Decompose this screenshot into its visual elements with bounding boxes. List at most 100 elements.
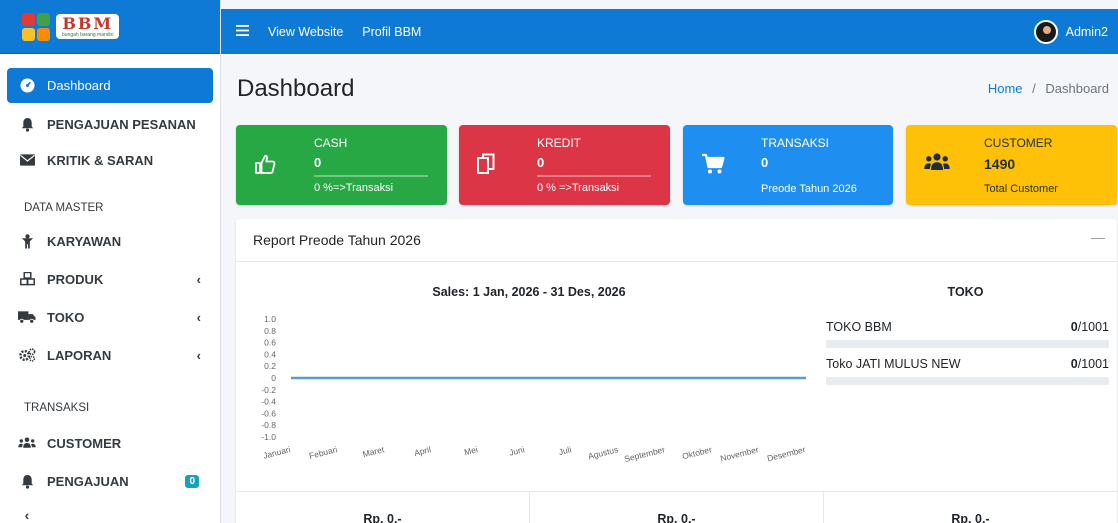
user-name: Admin2 [1065, 24, 1108, 39]
sidebar-item-produk[interactable]: PRODUK ‹ [7, 260, 213, 298]
sidebar-header-transaksi: TRANSAKSI [24, 402, 90, 414]
toko-progress-bar [826, 377, 1109, 385]
customer-title: CUSTOMER [984, 136, 1053, 150]
y-tick-label: 0.2 [264, 361, 276, 371]
transaksi-title: TRANSAKSI [761, 136, 830, 150]
users-icon [17, 437, 37, 449]
sidebar-item-pengajuan[interactable]: PENGAJUAN 0 [7, 462, 213, 500]
kredit-desc: 0 % =>Transaksi [537, 182, 620, 194]
x-tick-label: April [413, 444, 432, 458]
sales-line-chart: 1.0 0.8 0.60.4 0.2 0 -0.2 -0.4-0.6 -0.8 -1.0 Janu… [261, 314, 807, 464]
x-tick-label: Agustus [587, 444, 619, 461]
breadcrumb: Home / Dashboard [988, 81, 1109, 96]
top-navbar: View Website Profil BBM Admin2 [221, 9, 1118, 54]
report-footer: Rp. 0,- Rp. 0,- Rp. 0,- [236, 491, 1117, 523]
sidebar-item-toko[interactable]: TOKO ‹ [7, 298, 213, 336]
sidebar-item-pengajuan-pesanan[interactable]: PENGAJUAN PESANAN [7, 106, 213, 142]
info-box-transaksi: TRANSAKSI 0 Preode Tahun 2026 [683, 125, 893, 205]
x-tick-label: Oktober [681, 444, 713, 461]
brand-logo[interactable]: BBM bungah barang mandiri [22, 12, 120, 41]
user-menu[interactable]: Admin2 [1033, 19, 1108, 44]
sidebar: BBM bungah barang mandiri Dashboard PENG… [0, 0, 221, 523]
collapse-button[interactable]: — [1091, 229, 1105, 245]
breadcrumb-home-link[interactable]: Home [988, 81, 1023, 96]
sidebar-item-next[interactable]: ‹ [7, 500, 213, 523]
sidebar-menu-transaksi: CUSTOMER PENGAJUAN 0 ‹ [0, 424, 220, 523]
copy-icon [477, 153, 495, 181]
sidebar-item-label: TOKO [47, 309, 85, 325]
toko-progress-item: TOKO BBM 0/1001 [826, 320, 1109, 348]
chevron-left-icon: ‹ [196, 309, 201, 325]
kredit-value: 0 [537, 155, 545, 170]
report-title: Report Preode Tahun 2026 [253, 232, 421, 248]
x-tick-label: Desember [766, 444, 807, 463]
chevron-left-icon: ‹ [24, 507, 30, 523]
toko-count: 0 [1070, 320, 1078, 334]
footer-amount: Rp. 0,- [236, 492, 530, 523]
logo-text: BBM bungah barang mandiri [56, 14, 120, 39]
toko-name: Toko JATI MULUS NEW [826, 357, 961, 371]
toko-progress-bar [826, 340, 1109, 348]
sidebar-item-label: KRITIK & SARAN [47, 152, 154, 168]
toko-name: TOKO BBM [826, 320, 892, 334]
footer-amount: Rp. 0,- [530, 492, 824, 523]
y-tick-label: 0.8 [264, 326, 276, 336]
toko-value: 0/1001 [1071, 357, 1109, 371]
nav-link-profil-bbm[interactable]: Profil BBM [362, 25, 421, 39]
cash-title: CASH [314, 136, 348, 150]
customer-value: 1490 [984, 156, 1016, 172]
sidebar-menu-master: KARYAWAN PRODUK ‹ TOKO ‹ LAPORAN ‹ [0, 222, 220, 374]
y-tick-label: 1.0 [264, 314, 276, 324]
y-tick-label: -1.0 [261, 432, 276, 442]
info-box-kredit: KREDIT 0 0 % =>Transaksi [459, 125, 670, 205]
chevron-left-icon: ‹ [196, 271, 201, 287]
chevron-left-icon: ‹ [196, 347, 201, 363]
footer-amount: Rp. 0,- [951, 512, 990, 523]
x-tick-label: November [719, 444, 760, 463]
transaksi-value: 0 [761, 155, 769, 170]
nav-link-view-website[interactable]: View Website [268, 25, 343, 39]
x-tick-label: Januari [262, 444, 292, 460]
page-title: Dashboard [237, 75, 355, 102]
cogs-icon [17, 348, 37, 362]
toko-title: TOKO [947, 285, 984, 299]
sidebar-menu-top: Dashboard PENGAJUAN PESANAN KRITIK & SAR… [0, 68, 220, 178]
logo-mark-icon [22, 12, 50, 41]
y-tick-label: 0.4 [264, 349, 276, 359]
toko-count: 0 [1070, 357, 1078, 371]
avatar [1033, 19, 1058, 44]
y-tick-label: -0.4 [261, 397, 276, 407]
x-tick-label: Juli [558, 444, 573, 457]
kredit-progress-bar [537, 175, 651, 177]
customer-desc: Total Customer [984, 183, 1058, 195]
sidebar-item-label: PRODUK [47, 271, 104, 287]
truck-icon [17, 310, 37, 324]
logo-text-big: BBM [62, 14, 114, 33]
dashboard-icon [17, 78, 37, 93]
sidebar-item-label: KARYAWAN [47, 233, 122, 249]
toko-value: 0/1001 [1071, 320, 1109, 334]
sidebar-item-customer[interactable]: CUSTOMER [7, 424, 213, 462]
sidebar-item-kritik-saran[interactable]: KRITIK & SARAN [7, 142, 213, 178]
envelope-icon [17, 154, 37, 166]
info-box-customer: CUSTOMER 1490 Total Customer [906, 125, 1117, 205]
sidebar-item-dashboard[interactable]: Dashboard [7, 68, 213, 103]
breadcrumb-current: Dashboard [1045, 81, 1109, 96]
sidebar-item-karyawan[interactable]: KARYAWAN [7, 222, 213, 260]
brand-area[interactable]: BBM bungah barang mandiri [0, 0, 220, 54]
sidebar-item-laporan[interactable]: LAPORAN ‹ [7, 336, 213, 374]
sidebar-item-label: Dashboard [47, 78, 111, 93]
sales-chart-title: Sales: 1 Jan, 2026 - 31 Des, 2026 [432, 285, 626, 299]
sidebar-header-data-master: DATA MASTER [24, 202, 104, 214]
bell-icon [17, 474, 37, 489]
hamburger-menu-icon[interactable] [236, 23, 249, 41]
cart-icon [701, 153, 725, 181]
sidebar-item-label: CUSTOMER [47, 435, 122, 451]
cash-desc: 0 %=>Transaksi [314, 182, 394, 194]
cubes-icon [17, 272, 37, 286]
x-tick-label: Maret [362, 444, 386, 459]
y-tick-label: -0.6 [261, 408, 276, 418]
x-tick-label: Juni [508, 444, 526, 458]
y-tick-label: 0.6 [264, 338, 276, 348]
info-box-cash: CASH 0 0 %=>Transaksi [236, 125, 447, 205]
